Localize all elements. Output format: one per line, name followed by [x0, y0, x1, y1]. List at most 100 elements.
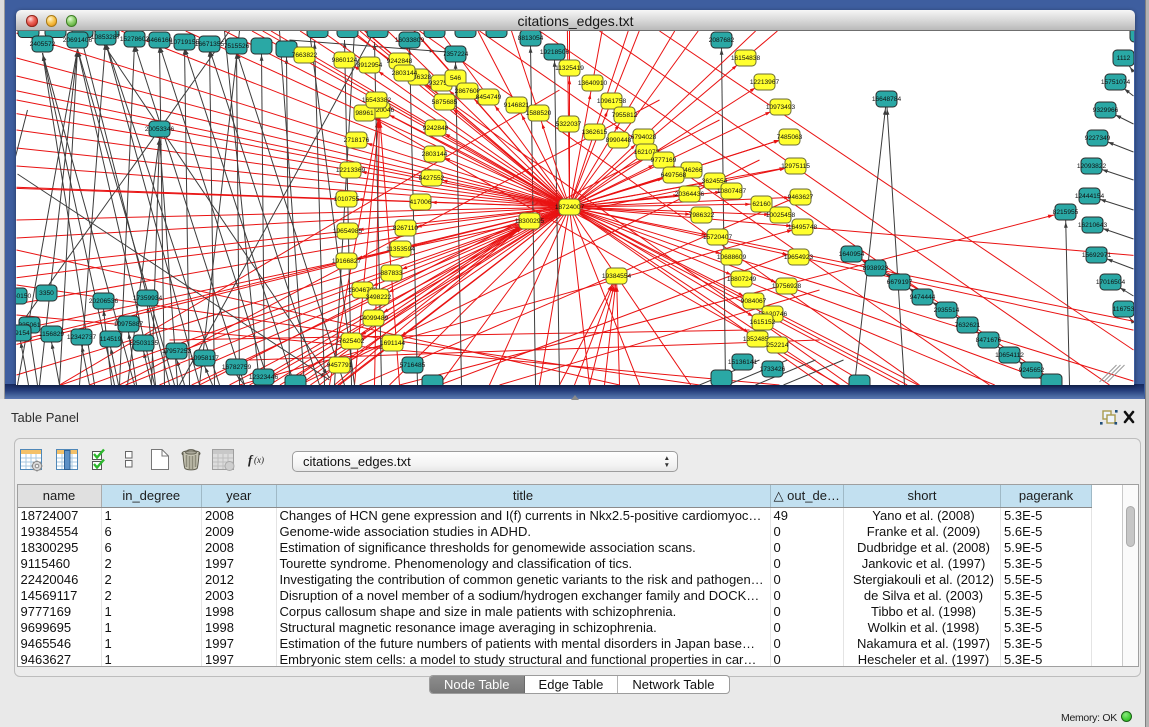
svg-text:1588520: 1588520 — [526, 110, 552, 117]
svg-text:10973493: 10973493 — [766, 104, 796, 111]
svg-text:252214: 252214 — [766, 342, 788, 349]
svg-text:3350: 3350 — [39, 290, 54, 297]
svg-text:10975887: 10975887 — [114, 321, 144, 328]
svg-text:1640954: 1640954 — [839, 251, 865, 258]
svg-text:12323446: 12323446 — [249, 374, 279, 381]
svg-text:19166827: 19166827 — [332, 258, 362, 265]
svg-text:1362615: 1362615 — [582, 129, 608, 136]
svg-text:39154: 39154 — [16, 330, 30, 337]
svg-text:6794028: 6794028 — [631, 134, 657, 141]
svg-text:7515526: 7515526 — [224, 43, 250, 50]
svg-text:19654923: 19654923 — [784, 254, 814, 261]
svg-text:20364436: 20364436 — [675, 191, 705, 198]
svg-text:15720407: 15720407 — [703, 234, 733, 241]
svg-text:16543382: 16543382 — [362, 97, 392, 104]
svg-text:18807249: 18807249 — [727, 276, 757, 283]
svg-text:3498222: 3498222 — [366, 294, 392, 301]
svg-text:9146821: 9146821 — [504, 102, 530, 109]
svg-text:9329966: 9329966 — [1093, 107, 1119, 114]
svg-text:98961: 98961 — [355, 110, 374, 117]
svg-text:417006: 417006 — [409, 199, 431, 206]
svg-text:16671355: 16671355 — [195, 41, 225, 48]
svg-text:12213967: 12213967 — [750, 79, 780, 86]
svg-text:15751074: 15751074 — [1101, 79, 1131, 86]
svg-text:1112: 1112 — [1117, 55, 1131, 62]
svg-text:2935514: 2935514 — [934, 307, 960, 314]
svg-text:5716485: 5716485 — [400, 362, 426, 369]
svg-text:9777169: 9777169 — [651, 157, 677, 164]
svg-text:8267110: 8267110 — [393, 225, 419, 232]
svg-text:9457791: 9457791 — [327, 362, 353, 369]
svg-text:8813054: 8813054 — [518, 35, 544, 42]
svg-text:12342737: 12342737 — [67, 334, 97, 341]
svg-text:12444154: 12444154 — [1075, 193, 1105, 200]
svg-text:7986322: 7986322 — [689, 212, 715, 219]
svg-text:2087682: 2087682 — [709, 37, 735, 44]
svg-text:10853287: 10853287 — [91, 34, 121, 41]
svg-text:12975115: 12975115 — [781, 163, 810, 170]
svg-text:9463627: 9463627 — [788, 194, 814, 201]
svg-text:9084067: 9084067 — [741, 298, 767, 305]
svg-text:9245652: 9245652 — [1019, 367, 1045, 374]
svg-text:17957253: 17957253 — [162, 348, 192, 355]
svg-text:11325419: 11325419 — [555, 65, 584, 72]
svg-text:16154838: 16154838 — [731, 55, 761, 62]
svg-text:7357224: 7357224 — [443, 51, 469, 58]
svg-text:10654112: 10654112 — [995, 352, 1024, 359]
svg-text:1733426: 1733426 — [760, 366, 786, 373]
svg-text:19218506: 19218506 — [540, 49, 570, 56]
svg-text:17016504: 17016504 — [1096, 279, 1126, 286]
svg-text:12213369: 12213369 — [336, 167, 366, 174]
svg-text:887833: 887833 — [380, 270, 402, 277]
svg-text:12503135: 12503135 — [129, 340, 159, 347]
svg-text:20206536: 20206536 — [89, 298, 119, 305]
svg-text:26160150: 26160150 — [16, 293, 31, 300]
svg-text:16210643: 16210643 — [1078, 222, 1108, 229]
svg-text:15692971: 15692971 — [1082, 252, 1112, 259]
svg-text:19756928: 19756928 — [772, 283, 802, 290]
svg-text:9227349: 9227349 — [1085, 135, 1111, 142]
svg-text:8215955: 8215955 — [1053, 209, 1079, 216]
svg-text:116753: 116753 — [1113, 306, 1134, 313]
svg-text:20053346: 20053346 — [145, 126, 175, 133]
svg-text:9474444: 9474444 — [910, 294, 936, 301]
svg-text:18724007: 18724007 — [555, 204, 585, 211]
svg-text:17359934: 17359934 — [133, 295, 163, 302]
svg-text:16495748: 16495748 — [788, 224, 818, 231]
svg-text:8454749: 8454749 — [476, 94, 502, 101]
svg-text:9242848: 9242848 — [387, 58, 413, 65]
svg-text:10958117: 10958117 — [190, 355, 219, 362]
svg-text:10025458: 10025458 — [766, 212, 796, 219]
svg-text:10688609: 10688609 — [717, 254, 747, 261]
svg-text:11353594: 11353594 — [386, 246, 415, 253]
svg-text:15136141: 15136141 — [728, 359, 758, 366]
svg-text:8938923: 8938923 — [863, 265, 889, 272]
svg-text:(x): (x) — [254, 455, 264, 465]
svg-text:6497568: 6497568 — [661, 172, 687, 179]
svg-text:8990448: 8990448 — [606, 137, 632, 144]
svg-text:2803144: 2803144 — [392, 70, 418, 77]
svg-text:7485063: 7485063 — [777, 134, 803, 141]
svg-text:1615152: 1615152 — [750, 319, 776, 326]
svg-text:2803144: 2803144 — [422, 151, 448, 158]
svg-text:16648784: 16648784 — [872, 96, 902, 103]
svg-text:7955812: 7955812 — [612, 112, 638, 119]
svg-text:9860124: 9860124 — [332, 57, 358, 64]
svg-text:7625402: 7625402 — [339, 338, 365, 345]
svg-text:5875685: 5875685 — [432, 99, 458, 106]
svg-text:7632621: 7632621 — [955, 322, 981, 329]
svg-text:13640910: 13640910 — [578, 80, 608, 87]
svg-text:8912954: 8912954 — [357, 62, 383, 69]
svg-text:19654985: 19654985 — [333, 228, 363, 235]
svg-text:1156829: 1156829 — [39, 331, 65, 338]
svg-text:16782759: 16782759 — [222, 364, 252, 371]
svg-text:14099489: 14099489 — [359, 315, 389, 322]
svg-text:15278602: 15278602 — [120, 36, 150, 43]
svg-text:16033809: 16033809 — [395, 37, 425, 44]
svg-text:20691406: 20691406 — [63, 37, 93, 44]
svg-text:114519: 114519 — [100, 336, 122, 343]
svg-text:12093822: 12093822 — [1077, 163, 1107, 170]
svg-text:62160: 62160 — [752, 201, 771, 208]
svg-text:7663822: 7663822 — [292, 52, 318, 59]
svg-text:2718176: 2718176 — [344, 137, 370, 144]
